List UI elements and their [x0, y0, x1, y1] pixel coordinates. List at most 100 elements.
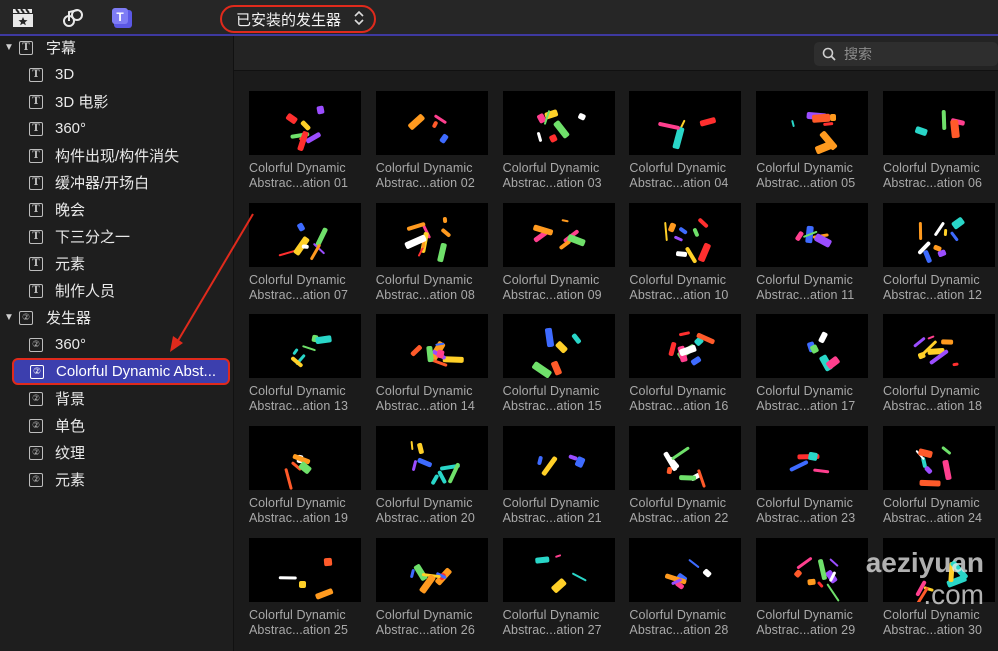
- caption-line2: Abstrac...ation 10: [629, 287, 729, 302]
- generator-tile[interactable]: Colorful Dynamic Abstrac...ation 14: [375, 314, 488, 414]
- title-icon: T: [29, 121, 43, 136]
- generator-caption: Colorful Dynamic Abstrac...ation 02: [376, 161, 488, 191]
- svg-text:T: T: [116, 10, 124, 24]
- generator-tile[interactable]: Colorful Dynamic Abstrac...ation 02: [375, 91, 488, 191]
- generator-thumbnail: [883, 426, 995, 491]
- generator-tile[interactable]: Colorful Dynamic Abstrac...ation 29: [756, 537, 869, 638]
- generator-tile[interactable]: Colorful Dynamic Abstrac...ation 27: [502, 537, 615, 638]
- generator-source-popup[interactable]: 已安装的发生器: [220, 5, 376, 33]
- sidebar-item[interactable]: T 缓冲器/开场白: [0, 169, 233, 196]
- generator-thumbnail: [883, 202, 995, 267]
- generator-tile[interactable]: Colorful Dynamic Abstrac...ation 18: [883, 314, 995, 414]
- sidebar-item-label: 3D: [55, 66, 75, 83]
- sidebar-item[interactable]: T 制作人员: [0, 277, 233, 304]
- titles-icon[interactable]: T: [111, 7, 133, 29]
- sidebar-item[interactable]: T 晚会: [0, 196, 233, 223]
- generator-tile[interactable]: Colorful Dynamic Abstrac...ation 10: [629, 202, 742, 303]
- title-icon: T: [29, 283, 43, 298]
- caption-line1: Colorful Dynamic: [249, 607, 346, 622]
- sidebar-group-1[interactable]: ▼ ② 发生器: [0, 304, 233, 331]
- caption-line1: Colorful Dynamic: [756, 384, 853, 399]
- caption-line1: Colorful Dynamic: [375, 161, 473, 175]
- generator-thumbnail: [249, 314, 361, 379]
- sidebar-item[interactable]: ② 元素: [0, 466, 233, 493]
- generator-tile[interactable]: Colorful Dynamic Abstrac...ation 09: [502, 202, 615, 303]
- sidebar-item[interactable]: T 3D: [0, 61, 233, 88]
- generator-tile[interactable]: Colorful Dynamic Abstrac...ation 05: [756, 91, 869, 191]
- caption-line1: Colorful Dynamic: [883, 496, 980, 511]
- watermark-line1: aeziyuan: [865, 547, 984, 578]
- sidebar-item[interactable]: T 360°: [0, 115, 233, 142]
- sidebar-item[interactable]: T 构件出现/构件消失: [0, 142, 233, 169]
- caption-line1: Colorful Dynamic: [883, 161, 980, 175]
- sidebar-item-label: 元素: [55, 256, 86, 273]
- caption-line1: Colorful Dynamic: [375, 384, 473, 399]
- generator-caption: Colorful Dynamic Abstrac...ation 27: [503, 608, 615, 638]
- generator-tile[interactable]: Colorful Dynamic Abstrac...ation 01: [249, 91, 361, 191]
- caption-line1: Colorful Dynamic: [629, 496, 727, 511]
- sidebar-item-label: Colorful Dynamic Abst...: [56, 363, 217, 380]
- generator-tile[interactable]: Colorful Dynamic Abstrac...ation 17: [756, 314, 869, 414]
- generator-tile[interactable]: Colorful Dynamic Abstrac...ation 23: [756, 426, 869, 526]
- caption-line1: Colorful Dynamic: [756, 272, 853, 287]
- caption-line2: Abstrac...ation 22: [629, 511, 729, 526]
- generator-thumbnail: [756, 314, 869, 379]
- sidebar-item[interactable]: ② 纹理: [0, 439, 233, 466]
- generator-tile[interactable]: Colorful Dynamic Abstrac...ation 07: [249, 202, 361, 303]
- sidebar-group-0[interactable]: ▼ T 字幕: [0, 34, 233, 61]
- generator-tile[interactable]: Colorful Dynamic Abstrac...ation 21: [502, 426, 615, 526]
- generator-caption: Colorful Dynamic Abstrac...ation 23: [756, 496, 868, 526]
- generator-thumbnail: [629, 426, 742, 491]
- caption-line1: Colorful Dynamic: [629, 272, 727, 287]
- sidebar-item[interactable]: ② 背景: [0, 385, 233, 412]
- top-toolbar: T 已安装的发生器: [0, 0, 998, 36]
- sidebar-item[interactable]: ② 单色: [0, 412, 233, 439]
- generator-thumbnail: [629, 202, 742, 267]
- generator-tile[interactable]: Colorful Dynamic Abstrac...ation 15: [502, 314, 615, 414]
- caption-line1: Colorful Dynamic: [629, 384, 727, 399]
- generator-tile[interactable]: Colorful Dynamic Abstrac...ation 13: [249, 314, 361, 414]
- generator-caption: Colorful Dynamic Abstrac...ation 21: [503, 496, 615, 526]
- sidebar-item[interactable]: ② Colorful Dynamic Abst...: [0, 358, 233, 385]
- generator-tile[interactable]: Colorful Dynamic Abstrac...ation 26: [375, 537, 488, 638]
- generator-tile[interactable]: Colorful Dynamic Abstrac...ation 25: [249, 537, 361, 638]
- disclosure-triangle-icon[interactable]: ▼: [4, 312, 14, 323]
- sidebar-item-label: 下三分之一: [55, 229, 131, 246]
- sidebar-item[interactable]: T 元素: [0, 250, 233, 277]
- generator-tile[interactable]: Colorful Dynamic Abstrac...ation 08: [375, 202, 488, 303]
- search-input[interactable]: 搜索: [814, 42, 998, 66]
- caption-line2: Abstrac...ation 02: [375, 176, 475, 190]
- music-icon[interactable]: [62, 7, 84, 29]
- generator-tile[interactable]: Colorful Dynamic Abstrac...ation 11: [756, 202, 869, 303]
- disclosure-triangle-icon[interactable]: ▼: [4, 42, 14, 53]
- generator-tile[interactable]: Colorful Dynamic Abstrac...ation 16: [629, 314, 742, 414]
- generator-tile[interactable]: Colorful Dynamic Abstrac...ation 04: [629, 91, 742, 191]
- caption-line2: Abstrac...ation 13: [249, 399, 349, 414]
- generator-tile[interactable]: Colorful Dynamic Abstrac...ation 06: [883, 91, 995, 191]
- caption-line1: Colorful Dynamic: [249, 496, 346, 511]
- sidebar-item[interactable]: ② 360°: [0, 331, 233, 358]
- sidebar-item[interactable]: T 3D 电影: [0, 88, 233, 115]
- sidebar-item[interactable]: T 下三分之一: [0, 223, 233, 250]
- caption-line1: Colorful Dynamic: [629, 607, 727, 622]
- generator-caption: Colorful Dynamic Abstrac...ation 01: [249, 161, 361, 191]
- generator-caption: Colorful Dynamic Abstrac...ation 14: [376, 384, 488, 414]
- generator-thumbnail: [756, 91, 869, 155]
- generator-tile[interactable]: Colorful Dynamic Abstrac...ation 22: [629, 426, 742, 526]
- sidebar-item-selected[interactable]: ② Colorful Dynamic Abst...: [12, 358, 230, 385]
- caption-line2: Abstrac...ation 07: [249, 287, 349, 302]
- generator-tile[interactable]: Colorful Dynamic Abstrac...ation 28: [629, 537, 742, 638]
- caption-line2: Abstrac...ation 05: [756, 176, 856, 190]
- browser-sidebar: ▼ T 字幕 T 3D T 3D 电影 T 360° T 构件出现/构件消失 T 缓冲器/开场白 T 晚会 T…: [0, 36, 234, 651]
- generator-caption: Colorful Dynamic Abstrac...ation 03: [503, 161, 615, 191]
- generator-caption: Colorful Dynamic Abstrac...ation 18: [883, 384, 995, 414]
- generator-tile[interactable]: Colorful Dynamic Abstrac...ation 24: [883, 426, 995, 526]
- generator-tile[interactable]: Colorful Dynamic Abstrac...ation 20: [375, 426, 488, 526]
- generator-tile[interactable]: Colorful Dynamic Abstrac...ation 19: [249, 426, 361, 526]
- generator-thumbnail: [375, 537, 488, 602]
- search-placeholder: 搜索: [844, 46, 872, 62]
- generator-tile[interactable]: Colorful Dynamic Abstrac...ation 03: [502, 91, 615, 191]
- generator-tile[interactable]: Colorful Dynamic Abstrac...ation 12: [883, 202, 995, 303]
- clapper-icon[interactable]: [12, 7, 34, 29]
- sidebar-item-label: 制作人员: [55, 283, 116, 300]
